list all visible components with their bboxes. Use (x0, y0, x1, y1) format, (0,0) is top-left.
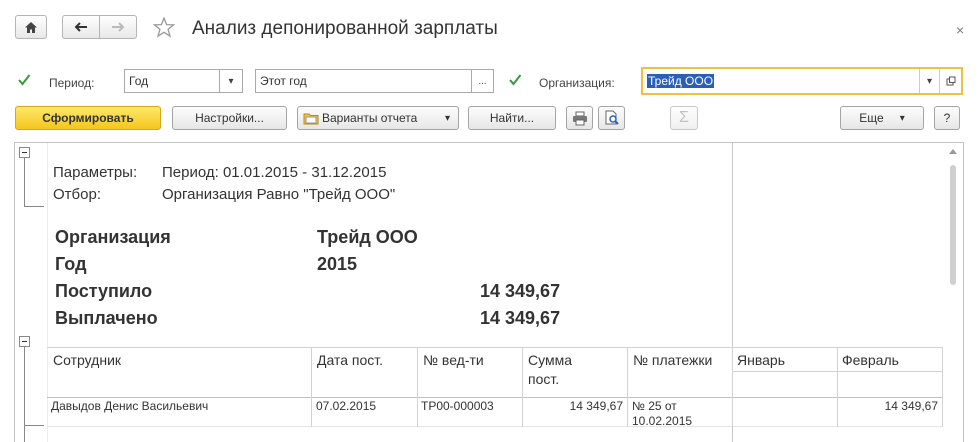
group-collapse-toggle[interactable] (19, 147, 30, 158)
sigma-icon: Σ (679, 109, 689, 126)
cell-payment-line1: № 25 от (632, 399, 677, 413)
cell-employee: Давыдов Денис Васильевич (51, 399, 209, 413)
home-button[interactable] (15, 15, 47, 39)
summary-paid-label: Выплачено (55, 308, 158, 328)
period-select[interactable]: Год (124, 69, 220, 93)
find-button[interactable]: Найти... (468, 106, 556, 130)
forward-button[interactable] (99, 15, 137, 39)
ellipsis-icon: ... (478, 75, 487, 87)
vertical-scrollbar[interactable] (945, 143, 963, 442)
organization-open-button[interactable] (939, 69, 961, 93)
params-value: Период: 01.01.2015 - 31.12.2015 (162, 164, 387, 181)
table-row[interactable]: Давыдов Денис Васильевич 07.02.2015 ТР00… (47, 397, 943, 428)
folder-icon (303, 113, 319, 124)
organization-field[interactable]: Трейд ООО ▾ (641, 67, 963, 95)
printer-icon (572, 111, 587, 125)
scroll-up-arrow-icon[interactable] (949, 149, 957, 154)
summary-org-value: Трейд ООО (317, 227, 418, 247)
chevron-down-icon: ▾ (899, 112, 905, 124)
help-button[interactable]: ? (934, 106, 960, 130)
report-document[interactable]: Параметры: Период: 01.01.2015 - 31.12.20… (14, 142, 964, 442)
settings-button[interactable]: Настройки... (172, 106, 287, 130)
organization-label: Организация: (539, 76, 615, 90)
period-checkbox[interactable] (17, 73, 31, 87)
arrow-left-icon (74, 22, 87, 32)
col-sum-line2: пост. (528, 371, 560, 387)
period-range-choose-button[interactable]: ... (472, 69, 494, 93)
scrollbar-thumb[interactable] (950, 165, 956, 285)
arrow-right-icon (112, 22, 125, 32)
preview-icon (605, 110, 619, 125)
sum-button[interactable]: Σ (670, 106, 698, 130)
params-label: Параметры: (53, 164, 138, 181)
col-january: Январь (737, 352, 785, 368)
organization-dropdown-button[interactable]: ▾ (919, 69, 939, 93)
organization-value: Трейд ООО (647, 74, 715, 88)
period-dropdown-button[interactable]: ▾ (220, 69, 243, 93)
table-header: Сотрудник Дата пост. № вед-ти Сумма пост… (47, 347, 943, 397)
open-icon (946, 76, 955, 86)
star-icon[interactable] (153, 17, 175, 38)
period-range-field[interactable]: Этот год (255, 69, 472, 93)
close-icon[interactable]: × (956, 22, 964, 38)
page-title: Анализ депонированной зарплаты (192, 18, 498, 39)
summary-year-label: Год (55, 254, 87, 274)
col-payment: № платежки (633, 352, 713, 368)
col-february: Февраль (842, 352, 899, 368)
filter-label: Отбор: (53, 186, 101, 203)
organization-checkbox[interactable] (508, 73, 522, 87)
report-variants-button[interactable]: Варианты отчета ▾ (297, 106, 459, 130)
group-collapse-toggle[interactable] (19, 336, 30, 347)
col-sheet: № вед-ти (423, 352, 484, 368)
report-variants-label: Варианты отчета (322, 111, 418, 125)
filter-value: Организация Равно "Трейд ООО" (162, 186, 396, 203)
summary-year-value: 2015 (317, 254, 358, 274)
print-button[interactable] (566, 106, 593, 130)
back-button[interactable] (62, 15, 100, 39)
summary-paid-value: 14 349,67 (480, 308, 561, 328)
chevron-down-icon: ▾ (926, 75, 933, 87)
cell-sum: 14 349,67 (569, 399, 623, 413)
chevron-down-icon: ▾ (228, 75, 234, 87)
cell-date: 07.02.2015 (316, 399, 377, 413)
cell-february: 14 349,67 (884, 399, 938, 413)
generate-button[interactable]: Сформировать (15, 106, 161, 130)
col-sum-line1: Сумма (528, 352, 572, 368)
chevron-down-icon: ▾ (444, 112, 450, 124)
summary-received-value: 14 349,67 (480, 281, 561, 301)
summary-org-label: Организация (55, 227, 171, 247)
period-label: Период: (49, 76, 95, 90)
home-icon (25, 21, 37, 33)
col-employee: Сотрудник (53, 352, 122, 368)
summary-received-label: Поступило (55, 281, 153, 301)
cell-payment-line2: 10.02.2015 (632, 414, 693, 428)
more-button[interactable]: Еще ▾ (840, 106, 924, 130)
preview-button[interactable] (598, 106, 625, 130)
cell-sheet: ТР00-000003 (421, 399, 494, 413)
col-date: Дата пост. (317, 352, 384, 368)
more-label: Еще (859, 111, 884, 125)
